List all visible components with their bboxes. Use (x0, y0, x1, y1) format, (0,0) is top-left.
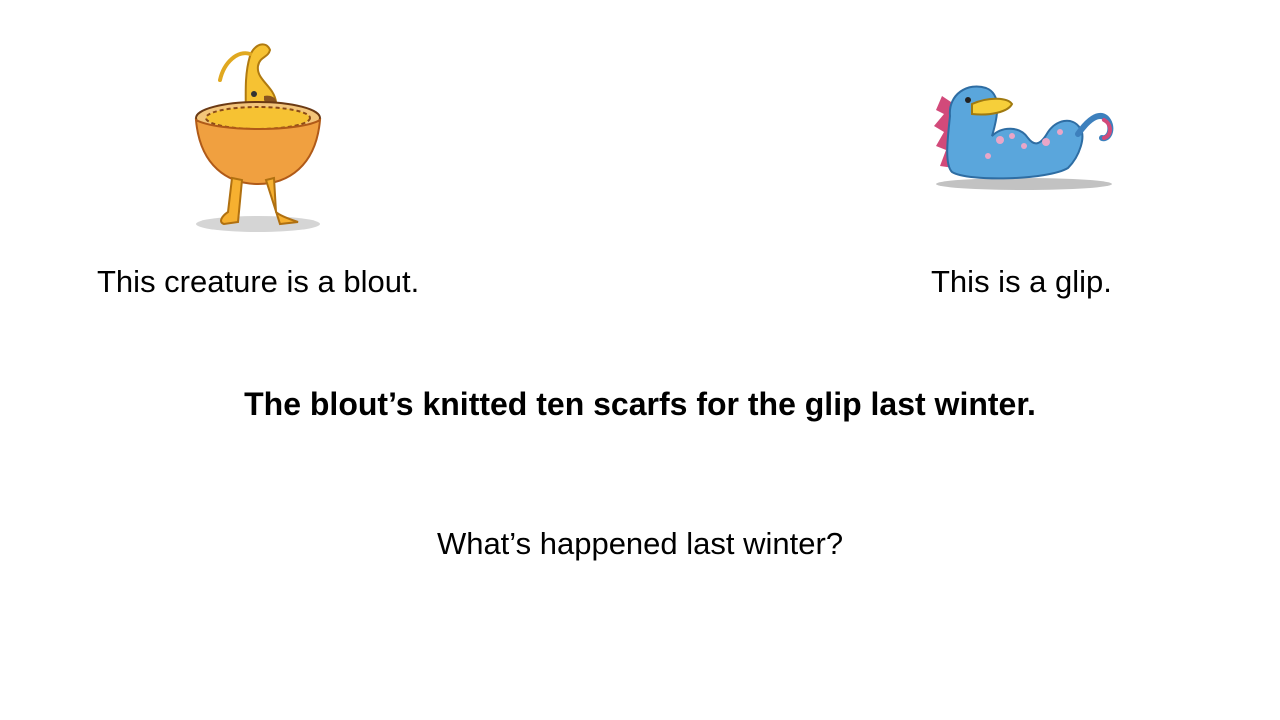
question-text: What’s happened last winter? (436, 526, 844, 561)
blout-creature-icon (194, 43, 322, 232)
slide: This creature is a blout. This is a glip… (0, 0, 1280, 720)
glip-caption: This is a glip. (931, 264, 1112, 299)
statement-text: The blout’s knitted ten scarfs for the g… (244, 386, 1036, 422)
blout-caption: This creature is a blout. (97, 264, 420, 299)
glip-creature-icon (934, 85, 1114, 190)
